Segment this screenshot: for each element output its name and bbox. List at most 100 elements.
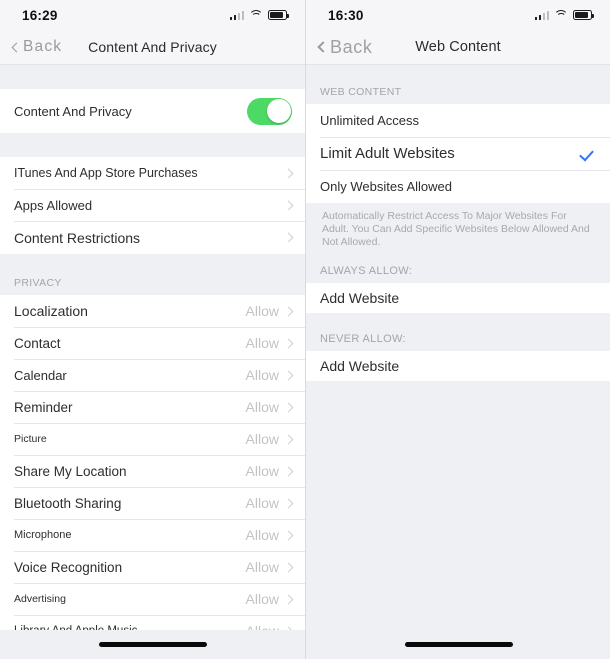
row-contact[interactable]: Contact Allow xyxy=(0,327,305,359)
chevron-right-icon xyxy=(283,594,294,604)
content-privacy-switch[interactable] xyxy=(247,97,292,125)
row-bluetooth-sharing[interactable]: Bluetooth Sharing Allow xyxy=(0,487,305,519)
row-value: Allow xyxy=(245,431,279,447)
row-label: Add Website xyxy=(320,358,400,374)
chevron-right-icon xyxy=(283,168,294,178)
spacer xyxy=(306,381,610,621)
right-phone-screen: 16:30 Back Web Content WEB CONTENT Unlim… xyxy=(305,0,610,659)
row-label: Only Websites Allowed xyxy=(320,179,452,194)
row-itunes-app-store-purchases[interactable]: ITunes And App Store Purchases xyxy=(0,157,305,189)
row-label: Reminder xyxy=(14,399,73,415)
right-scroll-area[interactable]: WEB CONTENT Unlimited Access Limit Adult… xyxy=(306,65,610,659)
always-allow-add-website[interactable]: Add Website xyxy=(306,283,610,313)
web-content-options-group: Unlimited Access Limit Adult Websites On… xyxy=(306,104,610,203)
restrictions-menu-group: ITunes And App Store Purchases Apps Allo… xyxy=(0,157,305,254)
back-button-label: Back xyxy=(23,38,63,55)
row-label: Share My Location xyxy=(14,463,127,479)
content-privacy-toggle-group: Content And Privacy xyxy=(0,89,305,133)
chevron-right-icon xyxy=(283,200,294,210)
row-microphone[interactable]: Microphone Allow xyxy=(0,519,305,551)
status-bar: 16:29 xyxy=(0,0,305,30)
chevron-right-icon xyxy=(283,562,294,572)
chevron-right-icon xyxy=(283,338,294,348)
chevron-right-icon xyxy=(283,306,294,316)
navigation-bar: Back Web Content xyxy=(306,30,610,65)
row-advertising[interactable]: Advertising Allow xyxy=(0,583,305,615)
row-label: Content Restrictions xyxy=(14,229,141,246)
section-header-always-allow: ALWAYS ALLOW: xyxy=(306,264,610,283)
chevron-right-icon xyxy=(283,402,294,412)
row-picture[interactable]: Picture Allow xyxy=(0,423,305,455)
back-button-label: Back xyxy=(330,36,373,57)
row-value: Allow xyxy=(245,463,279,479)
left-phone-screen: 16:29 Back Content And Privacy Content A… xyxy=(0,0,305,659)
cellular-signal-icon xyxy=(534,10,549,20)
chevron-right-icon xyxy=(283,530,294,540)
privacy-list-group: Localization Allow Contact Allow Calenda… xyxy=(0,295,305,647)
row-apps-allowed[interactable]: Apps Allowed xyxy=(0,189,305,221)
wifi-icon xyxy=(249,10,263,21)
row-value: Allow xyxy=(245,591,279,607)
row-label: Contact xyxy=(14,335,61,351)
row-label: Bluetooth Sharing xyxy=(14,495,122,511)
row-content-restrictions[interactable]: Content Restrictions xyxy=(0,221,305,254)
row-value: Allow xyxy=(245,335,279,351)
spacer xyxy=(0,65,305,89)
chevron-left-icon xyxy=(317,41,329,53)
row-value: Allow xyxy=(245,303,279,319)
option-unlimited-access[interactable]: Unlimited Access xyxy=(306,104,610,137)
chevron-right-icon xyxy=(283,466,294,476)
checkmark-icon xyxy=(579,145,594,162)
section-header-never-allow: NEVER ALLOW: xyxy=(306,332,610,351)
spacer xyxy=(0,254,305,276)
status-clock: 16:29 xyxy=(22,7,58,23)
option-limit-adult-websites[interactable]: Limit Adult Websites xyxy=(306,137,610,170)
section-header-web-content: WEB CONTENT xyxy=(306,86,610,104)
never-allow-add-website[interactable]: Add Website xyxy=(306,351,610,381)
chevron-left-icon xyxy=(11,42,22,52)
row-content-and-privacy-toggle[interactable]: Content And Privacy xyxy=(0,89,305,133)
spacer xyxy=(0,133,305,157)
home-indicator[interactable] xyxy=(404,642,513,647)
row-voice-recognition[interactable]: Voice Recognition Allow xyxy=(0,551,305,583)
section-header-privacy: PRIVACY xyxy=(0,276,305,295)
status-icons xyxy=(229,10,289,21)
battery-icon xyxy=(573,10,594,20)
switch-knob xyxy=(266,99,291,123)
status-bar: 16:30 xyxy=(306,0,610,30)
row-value: Allow xyxy=(245,559,279,575)
back-button[interactable]: Back xyxy=(0,38,62,56)
row-label: Apps Allowed xyxy=(14,197,93,213)
chevron-right-icon xyxy=(283,434,294,444)
row-value: Allow xyxy=(245,399,279,415)
row-value: Allow xyxy=(245,527,279,543)
row-value: Allow xyxy=(245,495,279,511)
row-label: Calendar xyxy=(14,367,67,383)
home-indicator-area xyxy=(306,630,610,659)
row-value: Allow xyxy=(245,367,279,383)
row-share-my-location[interactable]: Share My Location Allow xyxy=(0,455,305,487)
wifi-icon xyxy=(554,10,568,21)
home-indicator[interactable] xyxy=(98,642,207,647)
chevron-right-icon xyxy=(283,370,294,380)
chevron-right-icon xyxy=(283,498,294,508)
row-calendar[interactable]: Calendar Allow xyxy=(0,359,305,391)
web-content-footnote: Automatically Restrict Access To Major W… xyxy=(306,203,610,259)
option-only-websites-allowed[interactable]: Only Websites Allowed xyxy=(306,170,610,203)
home-indicator-area xyxy=(0,630,305,659)
never-allow-group: Add Website xyxy=(306,351,610,381)
status-icons xyxy=(534,10,594,21)
row-label: Microphone xyxy=(14,529,72,541)
row-label: Picture xyxy=(14,433,47,445)
row-label: Add Website xyxy=(320,290,400,306)
row-label: Limit Adult Websites xyxy=(320,145,455,162)
left-scroll-area[interactable]: Content And Privacy ITunes And App Store… xyxy=(0,65,305,659)
row-label: Content And Privacy xyxy=(14,103,132,119)
row-label: Unlimited Access xyxy=(320,113,419,128)
row-reminder[interactable]: Reminder Allow xyxy=(0,391,305,423)
cellular-signal-icon xyxy=(229,10,244,20)
back-button[interactable]: Back xyxy=(306,37,372,58)
spacer xyxy=(306,65,610,86)
row-localization[interactable]: Localization Allow xyxy=(0,295,305,327)
always-allow-group: Add Website xyxy=(306,283,610,313)
